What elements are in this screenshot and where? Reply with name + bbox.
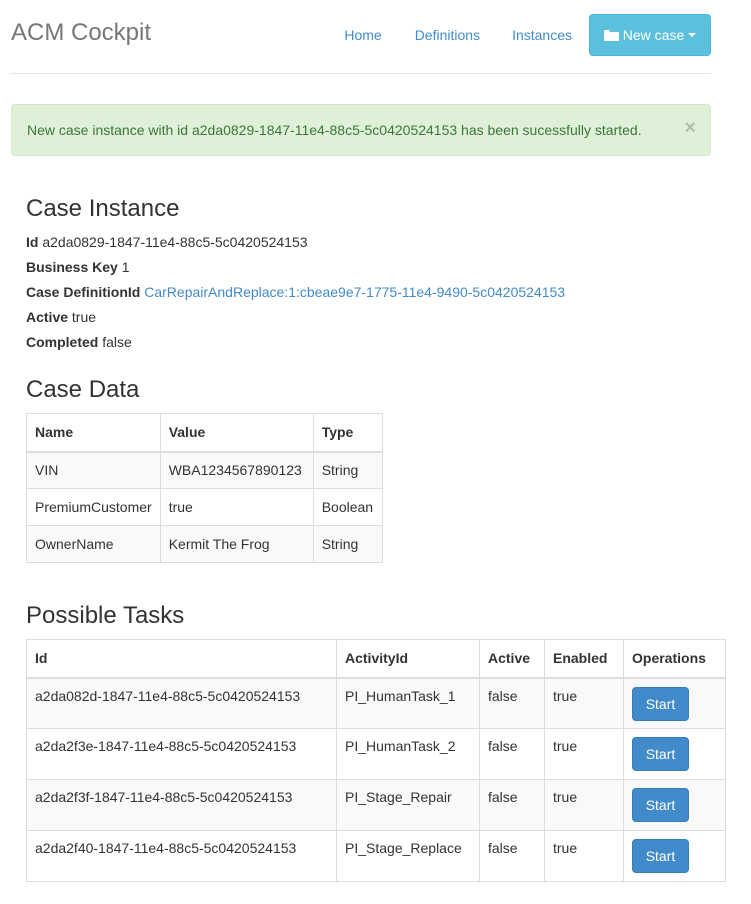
table-cell: String — [312, 451, 383, 489]
table-cell: PremiumCustomer — [26, 488, 161, 526]
task-enabled: true — [544, 677, 624, 729]
column-header: Enabled — [544, 639, 624, 679]
field-case-definition-label: Case DefinitionId — [26, 284, 141, 300]
table-row: OwnerName Kermit The Frog String — [26, 525, 383, 563]
table-header-row: Name Value Type — [26, 413, 383, 453]
task-active: false — [479, 830, 545, 882]
table-cell: OwnerName — [26, 525, 161, 563]
possible-tasks-title: Possible Tasks — [26, 602, 185, 629]
case-data-title: Case Data — [26, 376, 140, 403]
start-button[interactable]: Start — [632, 788, 689, 822]
column-header: ActivityId — [336, 639, 480, 679]
table-cell: VIN — [26, 451, 161, 489]
table-header-row: Id ActivityId Active Enabled Operations — [26, 639, 726, 679]
column-header: Value — [159, 413, 314, 453]
field-id: Id a2da0829-1847-11e4-88c5-5c0420524153 — [26, 232, 308, 252]
task-id: a2da2f40-1847-11e4-88c5-5c0420524153 — [26, 830, 337, 882]
folder-icon — [603, 29, 619, 41]
field-active-label: Active — [26, 309, 69, 325]
task-operations: Start — [623, 728, 726, 780]
task-enabled: true — [544, 779, 624, 831]
task-id: a2da2f3f-1847-11e4-88c5-5c0420524153 — [26, 779, 337, 831]
alert-message: New case instance with id a2da0829-1847-… — [27, 122, 642, 138]
field-business-key: Business Key 1 — [26, 257, 130, 277]
task-enabled: true — [544, 728, 624, 780]
start-button[interactable]: Start — [632, 737, 689, 771]
field-business-key-value: 1 — [121, 259, 130, 275]
task-active: false — [479, 677, 545, 729]
case-data-table: Name Value Type VIN WBA1234567890123 Str… — [26, 413, 383, 563]
column-header: Id — [26, 639, 337, 679]
new-case-button[interactable]: New case — [589, 14, 711, 56]
column-header: Name — [26, 413, 161, 453]
case-instance-title: Case Instance — [26, 195, 180, 222]
table-row: VIN WBA1234567890123 String — [26, 451, 383, 489]
task-operations: Start — [623, 677, 726, 729]
possible-tasks-table: Id ActivityId Active Enabled Operations … — [26, 639, 726, 882]
nav-instances[interactable]: Instances — [512, 14, 572, 56]
task-operations: Start — [623, 779, 726, 831]
page-header: ACM Cockpit Home Definitions Instances N… — [11, 0, 711, 74]
new-case-label: New case — [622, 27, 685, 43]
success-alert: New case instance with id a2da0829-1847-… — [11, 104, 711, 156]
table-row: a2da2f3f-1847-11e4-88c5-5c0420524153 PI_… — [26, 779, 726, 831]
start-button[interactable]: Start — [632, 839, 689, 873]
caret-down-icon — [688, 33, 697, 37]
task-id: a2da2f3e-1847-11e4-88c5-5c0420524153 — [26, 728, 337, 780]
field-id-label: Id — [26, 234, 39, 250]
field-completed-label: Completed — [26, 334, 99, 350]
nav-home[interactable]: Home — [344, 14, 381, 56]
top-nav: Home Definitions Instances New case — [344, 14, 711, 56]
task-id: a2da082d-1847-11e4-88c5-5c0420524153 — [26, 677, 337, 729]
field-id-value: a2da0829-1847-11e4-88c5-5c0420524153 — [42, 234, 308, 250]
table-row: a2da2f3e-1847-11e4-88c5-5c0420524153 PI_… — [26, 728, 726, 780]
start-button[interactable]: Start — [632, 686, 689, 721]
column-header: Active — [479, 639, 545, 679]
table-row: a2da2f40-1847-11e4-88c5-5c0420524153 PI_… — [26, 830, 726, 882]
field-active: Active true — [26, 307, 96, 327]
task-activity-id: PI_HumanTask_2 — [336, 728, 480, 780]
case-definition-link[interactable]: CarRepairAndReplace:1:cbeae9e7-1775-11e4… — [144, 284, 565, 300]
table-cell: true — [159, 488, 314, 526]
table-cell: WBA1234567890123 — [159, 451, 314, 489]
table-cell: Kermit The Frog — [159, 525, 314, 563]
table-row: a2da082d-1847-11e4-88c5-5c0420524153 PI_… — [26, 677, 726, 729]
task-active: false — [479, 728, 545, 780]
field-completed-value: false — [102, 334, 132, 350]
field-completed: Completed false — [26, 332, 132, 352]
brand-title[interactable]: ACM Cockpit — [11, 19, 151, 47]
task-activity-id: PI_Stage_Repair — [336, 779, 480, 831]
close-icon[interactable]: × — [684, 105, 696, 151]
field-business-key-label: Business Key — [26, 259, 118, 275]
column-header: Type — [312, 413, 383, 453]
nav-definitions[interactable]: Definitions — [415, 14, 480, 56]
task-active: false — [479, 779, 545, 831]
field-case-definition: Case DefinitionId CarRepairAndReplace:1:… — [26, 282, 565, 302]
table-cell: Boolean — [312, 488, 383, 526]
task-operations: Start — [623, 830, 726, 882]
table-row: PremiumCustomer true Boolean — [26, 488, 383, 526]
column-header: Operations — [623, 639, 726, 679]
field-active-value: true — [71, 309, 97, 325]
table-cell: String — [312, 525, 383, 563]
task-activity-id: PI_Stage_Replace — [336, 830, 480, 882]
task-enabled: true — [544, 830, 624, 882]
task-activity-id: PI_HumanTask_1 — [336, 677, 480, 729]
